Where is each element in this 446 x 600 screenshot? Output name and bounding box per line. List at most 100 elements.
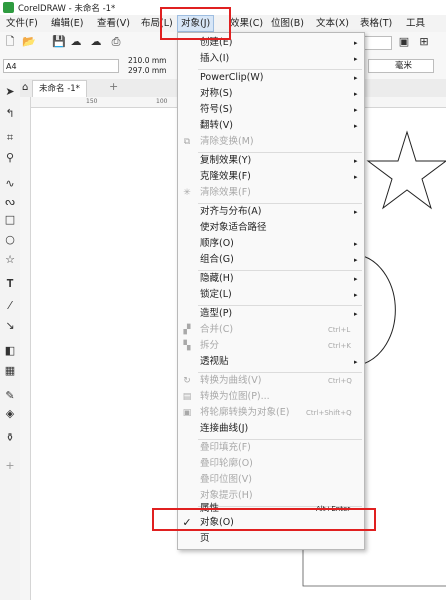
page-height-field[interactable]: 297.0 mm — [128, 66, 166, 76]
menu-item-combine[interactable]: ▞ 合并(C) Ctrl+L — [178, 322, 364, 338]
zoom-tool-icon[interactable]: ⚲ — [3, 151, 17, 165]
menu-item-label: 叠印位图(V) — [200, 474, 252, 485]
break-apart-icon: ▚ — [183, 341, 191, 351]
save-icon[interactable]: 💾 — [52, 36, 66, 48]
menu-item-flip[interactable]: 翻转(V) ▸ — [178, 118, 364, 134]
outline-to-object-icon: ▣ — [182, 408, 192, 418]
menu-item-fit-to-path[interactable]: 使对象适合路径 — [178, 220, 364, 236]
shape-tool-icon[interactable]: ↰ — [3, 107, 17, 121]
text-tool-icon[interactable]: 𝐓 — [3, 277, 17, 291]
freehand-tool-icon[interactable]: ∿ — [3, 177, 17, 191]
menu-bitmap[interactable]: 位图(B) — [271, 17, 304, 30]
page-border — [302, 548, 446, 587]
menu-file[interactable]: 文件(F) — [6, 17, 38, 30]
open-icon[interactable]: 📂 — [22, 36, 36, 48]
menu-item-outline-to-object[interactable]: ▣ 将轮廓转换为对象(E) Ctrl+Shift+Q — [178, 405, 364, 421]
snap-icon[interactable]: ⊞ — [418, 36, 430, 48]
submenu-arrow-icon: ▸ — [354, 358, 358, 366]
new-icon[interactable]: 🗋 — [4, 36, 16, 48]
ruler-label: 100 — [156, 98, 168, 105]
menu-item-break-apart[interactable]: ▚ 拆分 Ctrl+K — [178, 338, 364, 354]
menu-table[interactable]: 表格(T) — [360, 17, 392, 30]
interactive-fill-icon[interactable]: ◈ — [3, 407, 17, 421]
menu-item-label: 转换为位图(P)... — [200, 391, 270, 402]
menu-item-shaping[interactable]: 造型(P) ▸ — [178, 306, 364, 322]
menu-item-clear-transform[interactable]: ⧉ 清除变换(M) — [178, 134, 364, 150]
polygon-tool-icon[interactable]: ☆ — [3, 253, 17, 267]
units-select[interactable]: 毫米 — [368, 59, 434, 73]
drop-shadow-icon[interactable]: ◧ — [3, 344, 17, 358]
menu-shortcut: Ctrl+K — [328, 342, 351, 350]
submenu-arrow-icon: ▸ — [354, 173, 358, 181]
home-icon[interactable]: ⌂ — [22, 82, 28, 93]
parallel-dimension-icon[interactable]: ⁄ — [3, 299, 17, 313]
crop-tool-icon[interactable]: ⌗ — [3, 131, 17, 145]
clear-transform-icon: ⧉ — [183, 137, 191, 147]
menu-item-label: 清除变换(M) — [200, 136, 254, 147]
smart-fill-icon[interactable]: ⚱ — [3, 431, 17, 445]
ellipse-tool-icon[interactable]: ○ — [3, 233, 17, 247]
submenu-arrow-icon: ▸ — [354, 291, 358, 299]
connector-tool-icon[interactable]: ↘ — [3, 319, 17, 333]
window-title: CorelDRAW - 未命名 -1* — [18, 4, 116, 14]
menu-item-lock[interactable]: 锁定(L) ▸ — [178, 287, 364, 303]
eyedropper-icon[interactable]: ✎ — [3, 389, 17, 403]
menu-shortcut: Ctrl+Q — [328, 377, 352, 385]
menu-item-label: 符号(S) — [200, 104, 233, 115]
add-tab-button[interactable]: + — [109, 80, 118, 93]
transparency-icon[interactable]: ▦ — [3, 364, 17, 378]
menu-item-clear-effect[interactable]: ✳ 清除效果(F) — [178, 185, 364, 201]
submenu-arrow-icon: ▸ — [354, 39, 358, 47]
menu-item-overprint-bitmap[interactable]: 叠印位图(V) — [178, 472, 364, 488]
tab-document[interactable]: 未命名 -1* — [32, 80, 87, 97]
print-icon[interactable]: ⎙ — [110, 36, 122, 48]
menu-item-hide[interactable]: 隐藏(H) ▸ — [178, 271, 364, 287]
cloud-upload-icon[interactable]: ☁ — [70, 36, 82, 48]
submenu-arrow-icon: ▸ — [354, 310, 358, 318]
menu-tools[interactable]: 工具 — [406, 17, 425, 30]
menu-item-overprint-fill[interactable]: 叠印填充(F) — [178, 440, 364, 456]
menu-item-label: 组合(G) — [200, 254, 234, 265]
add-tool-icon[interactable]: + — [3, 459, 17, 473]
menu-item-copy-effect[interactable]: 复制效果(Y) ▸ — [178, 153, 364, 169]
menu-item-label: 对齐与分布(A) — [200, 206, 262, 217]
menu-text[interactable]: 文本(X) — [316, 17, 349, 30]
toolbox: ➤ ↰ ⌗ ⚲ ∿ ᔓ □ ○ ☆ 𝐓 ⁄ ↘ ◧ ▦ ✎ ◈ ⚱ + — [0, 79, 21, 600]
menu-item-label: 隐藏(H) — [200, 273, 234, 284]
cloud-download-icon[interactable]: ☁ — [90, 36, 102, 48]
artistic-media-icon[interactable]: ᔓ — [3, 195, 17, 209]
page-size-select[interactable]: A4 — [3, 59, 119, 73]
full-screen-icon[interactable]: ▣ — [398, 36, 410, 48]
menu-view[interactable]: 查看(V) — [97, 17, 130, 30]
menu-item-clone-effect[interactable]: 克隆效果(F) ▸ — [178, 169, 364, 185]
menu-item-symbol[interactable]: 符号(S) ▸ — [178, 102, 364, 118]
rectangle-tool-icon[interactable]: □ — [3, 213, 17, 227]
menu-item-page[interactable]: 页 — [178, 531, 364, 547]
menu-item-label: 清除效果(F) — [200, 187, 251, 198]
objects-item-highlight — [152, 508, 376, 531]
menu-item-insert[interactable]: 插入(I) ▸ — [178, 51, 364, 67]
pick-tool-icon[interactable]: ➤ — [3, 85, 17, 99]
menu-item-label: 连接曲线(J) — [200, 423, 249, 434]
submenu-arrow-icon: ▸ — [354, 256, 358, 264]
menu-item-label: 顺序(O) — [200, 238, 234, 249]
menu-item-symmetry[interactable]: 对称(S) ▸ — [178, 86, 364, 102]
menu-item-convert-to-curves[interactable]: ↻ 转换为曲线(V) Ctrl+Q — [178, 373, 364, 389]
menu-item-perspective[interactable]: 透视贴 ▸ — [178, 354, 364, 370]
menu-item-convert-to-bitmap[interactable]: ▤ 转换为位图(P)... — [178, 389, 364, 405]
menu-shortcut: Ctrl+L — [328, 326, 351, 334]
menu-item-powerclip[interactable]: PowerClip(W) ▸ — [178, 70, 364, 86]
menu-item-align-distribute[interactable]: 对齐与分布(A) ▸ — [178, 204, 364, 220]
menu-edit[interactable]: 编辑(E) — [51, 17, 83, 30]
menu-effects[interactable]: 效果(C) — [230, 17, 263, 30]
zoom-select[interactable] — [364, 36, 392, 50]
page-width-field[interactable]: 210.0 mm — [128, 56, 166, 66]
submenu-arrow-icon: ▸ — [354, 122, 358, 130]
menu-item-overprint-outline[interactable]: 叠印轮廓(O) — [178, 456, 364, 472]
submenu-arrow-icon: ▸ — [354, 106, 358, 114]
vertical-ruler[interactable] — [20, 97, 31, 600]
menu-item-group[interactable]: 组合(G) ▸ — [178, 252, 364, 268]
menu-item-label: 透视贴 — [200, 356, 229, 367]
menu-item-join-curves[interactable]: 连接曲线(J) — [178, 421, 364, 437]
menu-item-order[interactable]: 顺序(O) ▸ — [178, 236, 364, 252]
